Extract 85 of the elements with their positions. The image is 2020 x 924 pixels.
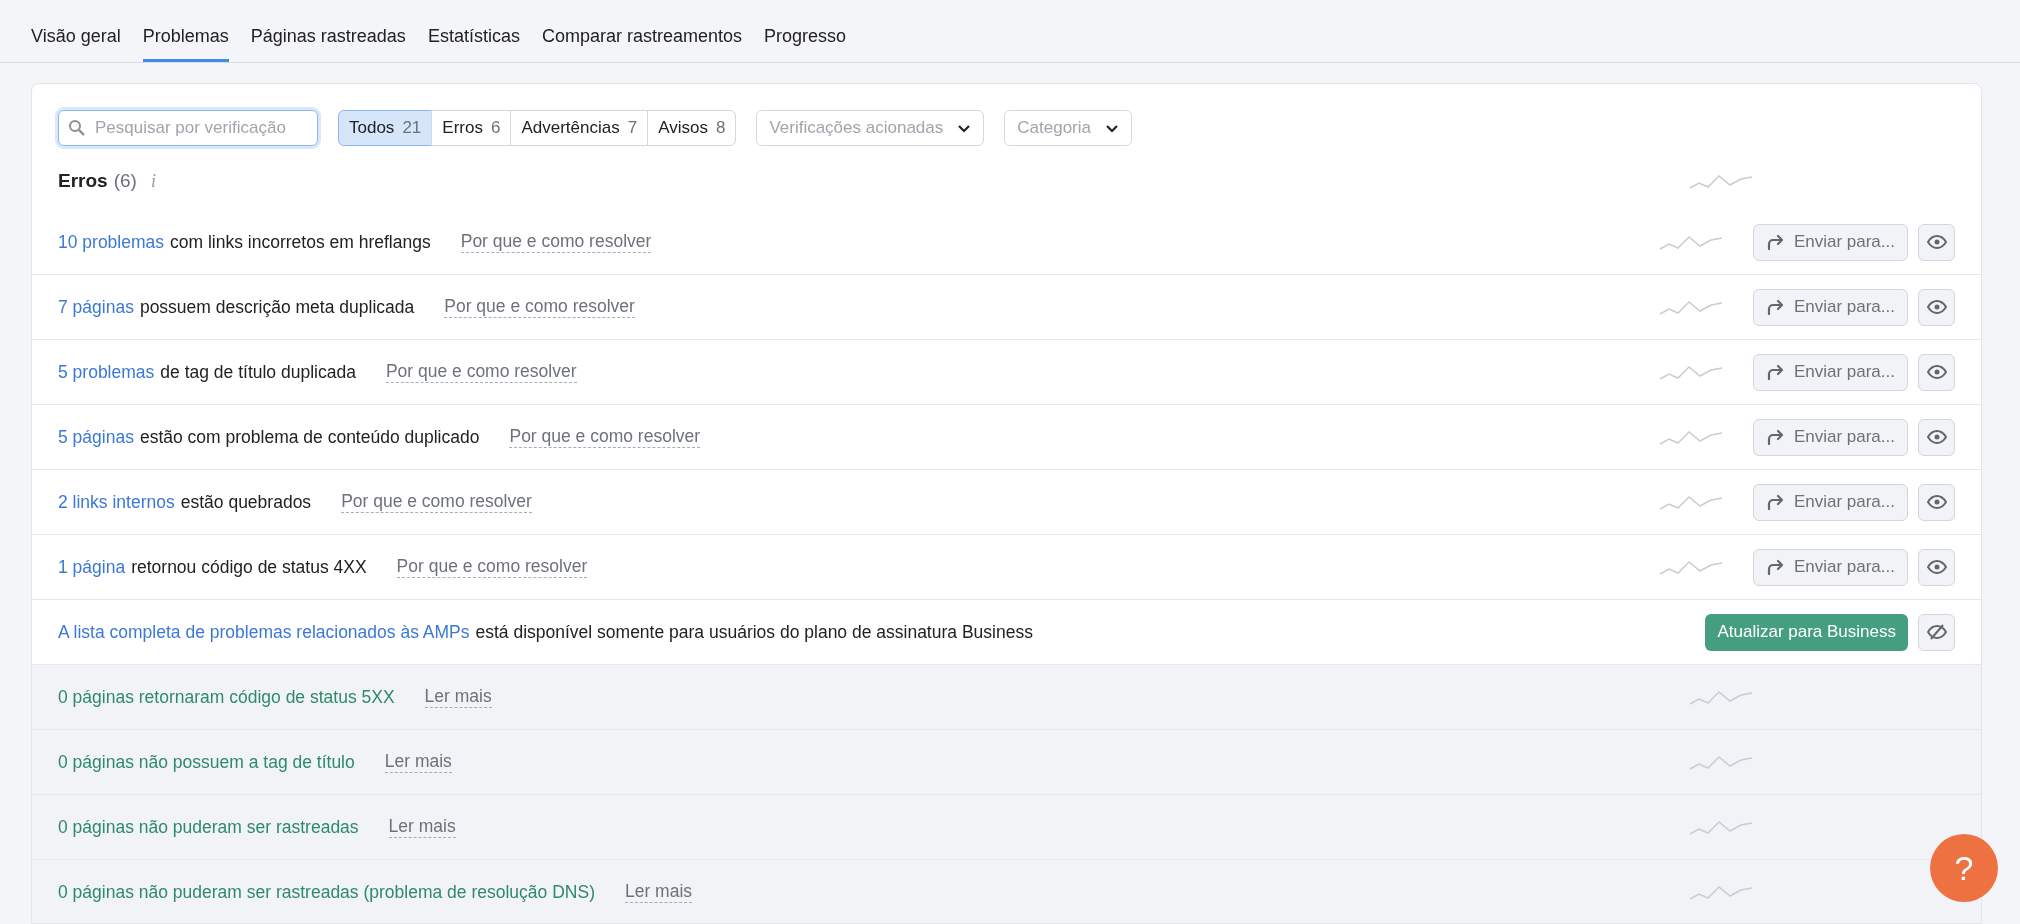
passed-check-text: 0 páginas não puderam ser rastreadas: [58, 816, 359, 838]
sparkline-icon: [1689, 688, 1753, 706]
nav-tab[interactable]: Páginas rastreadas: [250, 22, 406, 62]
forward-arrow-icon: [1765, 364, 1784, 380]
sparkline-icon: [1658, 493, 1723, 511]
filter-tab[interactable]: Advertências 7: [510, 110, 649, 146]
issue-description: estão com problema de conteúdo duplicado: [139, 426, 480, 448]
issue-description: retornou código de status 4XX: [131, 556, 367, 578]
nav-tab[interactable]: Progresso: [764, 22, 847, 62]
sparkline-icon: [1658, 428, 1723, 446]
issue-count-link[interactable]: 2 links internos: [58, 491, 175, 513]
hide-button[interactable]: [1918, 223, 1955, 261]
how-to-fix-link[interactable]: Por que e como resolver: [444, 296, 635, 318]
section-title: Erros: [58, 170, 108, 192]
send-to-button[interactable]: Enviar para...: [1752, 288, 1908, 326]
sparkline-icon: [1689, 172, 1753, 190]
read-more-link[interactable]: Ler mais: [384, 751, 452, 773]
eye-slash-icon: [1926, 624, 1947, 640]
filter-tab[interactable]: Todos 21: [338, 110, 433, 146]
sparkline-icon: [1658, 558, 1723, 576]
hide-button[interactable]: [1918, 483, 1955, 521]
eye-icon: [1926, 364, 1947, 380]
issue-count-link[interactable]: 1 página: [58, 556, 126, 578]
sparkline-icon: [1689, 818, 1753, 836]
sparkline-icon: [1658, 298, 1723, 316]
eye-icon: [1926, 429, 1947, 445]
hide-button[interactable]: [1918, 288, 1955, 326]
read-more-link[interactable]: Ler mais: [624, 881, 693, 903]
how-to-fix-link[interactable]: Por que e como resolver: [341, 491, 532, 513]
chevron-down-icon: [957, 123, 972, 133]
send-to-button[interactable]: Enviar para...: [1752, 223, 1908, 261]
hide-button[interactable]: [1918, 418, 1955, 456]
how-to-fix-link[interactable]: Por que e como resolver: [385, 361, 577, 383]
forward-arrow-icon: [1765, 494, 1784, 510]
upgrade-button[interactable]: Atualizar para Business: [1705, 613, 1908, 651]
send-to-button[interactable]: Enviar para...: [1752, 353, 1908, 391]
issue-description: com links incorretos em hreflangs: [170, 231, 431, 253]
read-more-link[interactable]: Ler mais: [424, 686, 492, 708]
passed-check-text: 0 páginas não possuem a tag de título: [58, 751, 355, 773]
sparkline-icon: [1689, 883, 1753, 901]
nav-tab[interactable]: Problemas: [142, 22, 229, 62]
passed-check-text: 0 páginas não puderam ser rastreadas (problema de resolução DNS): [58, 881, 595, 903]
issue-count-link[interactable]: 5 problemas: [58, 361, 155, 383]
nav-tab[interactable]: Comparar rastreamentos: [541, 22, 742, 62]
upsell-message: está disponível somente para usuários do plano de assinatura Business: [475, 621, 1033, 643]
issue-description: possuem descrição meta duplicada: [139, 296, 415, 318]
chevron-down-icon: [1105, 123, 1119, 133]
forward-arrow-icon: [1765, 234, 1784, 250]
eye-icon: [1926, 559, 1947, 575]
eye-icon: [1926, 494, 1947, 510]
how-to-fix-link[interactable]: Por que e como resolver: [396, 556, 588, 578]
filter-dropdown[interactable]: Categoria: [1004, 110, 1132, 146]
read-more-link[interactable]: Ler mais: [388, 816, 456, 838]
sparkline-icon: [1689, 753, 1753, 771]
nav-tab[interactable]: Estatísticas: [427, 22, 520, 62]
nav-tab[interactable]: Visão geral: [31, 22, 121, 62]
search-field[interactable]: Pesquisar por verificação: [58, 110, 318, 146]
send-to-button[interactable]: Enviar para...: [1752, 548, 1908, 586]
send-to-button[interactable]: Enviar para...: [1752, 483, 1908, 521]
hide-button[interactable]: [1918, 353, 1955, 391]
issue-count-link[interactable]: 10 problemas: [58, 231, 165, 253]
amp-issues-link[interactable]: A lista completa de problemas relacionados às AMPs: [58, 621, 470, 643]
filter-tab[interactable]: Erros 6: [431, 110, 512, 146]
forward-arrow-icon: [1765, 299, 1784, 315]
issue-description: de tag de título duplicada: [160, 361, 356, 383]
sparkline-icon: [1658, 363, 1723, 381]
section-count: (6): [113, 170, 137, 192]
eye-icon: [1926, 234, 1947, 250]
issue-description: estão quebrados: [180, 491, 312, 513]
eye-icon: [1926, 299, 1947, 315]
send-to-button[interactable]: Enviar para...: [1752, 418, 1908, 456]
show-button[interactable]: [1918, 613, 1955, 651]
forward-arrow-icon: [1765, 429, 1784, 445]
how-to-fix-link[interactable]: Por que e como resolver: [460, 231, 652, 253]
search-icon: [68, 119, 86, 137]
passed-check-text: 0 páginas retornaram código de status 5XX: [58, 686, 395, 708]
sparkline-icon: [1658, 233, 1723, 251]
issue-count-link[interactable]: 7 páginas: [58, 296, 134, 318]
filter-dropdown[interactable]: Verificações acionadas: [756, 110, 985, 146]
forward-arrow-icon: [1765, 559, 1784, 575]
issue-count-link[interactable]: 5 páginas: [58, 426, 134, 448]
how-to-fix-link[interactable]: Por que e como resolver: [509, 426, 701, 448]
filter-tab[interactable]: Avisos 8: [647, 110, 737, 146]
info-icon[interactable]: i: [150, 170, 156, 192]
hide-button[interactable]: [1918, 548, 1955, 586]
